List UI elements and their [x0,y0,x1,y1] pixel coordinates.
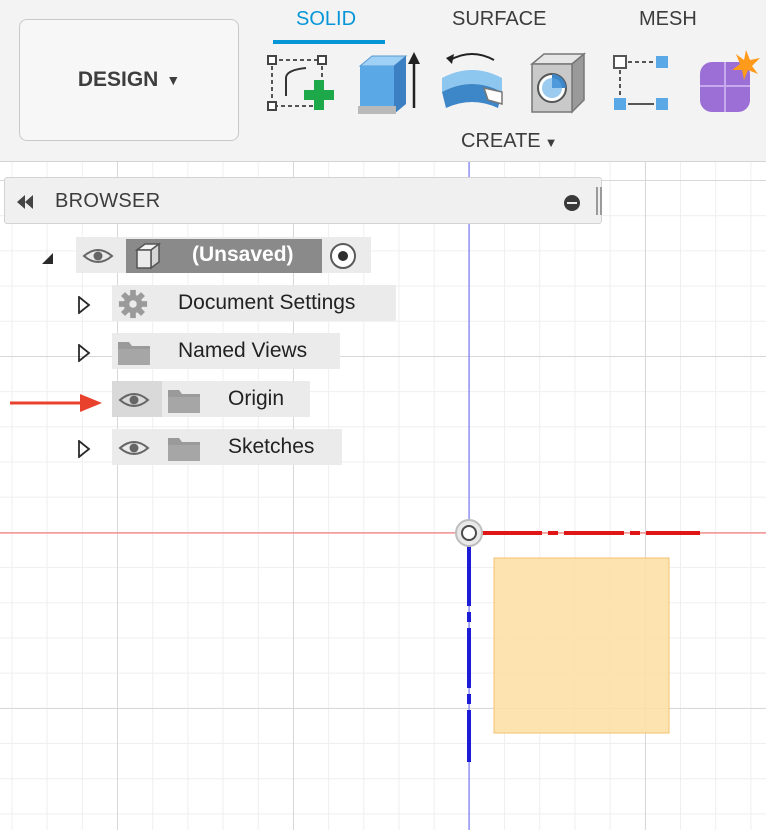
workspace-label: DESIGN [77,68,159,91]
tab-mesh[interactable]: MESH [639,8,697,31]
root-component-label: (Unsaved) [192,243,294,266]
browser-title: BROWSER [55,190,161,212]
visibility-eye-icon[interactable] [118,438,150,458]
create-sketch-icon[interactable] [266,48,338,120]
component-icon [134,242,162,270]
create-menu[interactable]: CREATE ▼ [461,130,558,153]
hole-icon[interactable] [522,48,594,120]
expand-triangle-icon[interactable] [77,344,91,362]
create-label: CREATE [461,130,541,152]
expanded-triangle-icon[interactable] [40,248,54,266]
sketch-profile [493,557,670,734]
toolbar: DESIGN ▼ SOLID SURFACE MESH CREATE ▼ [0,0,766,162]
browser-item-label: Named Views [178,339,308,362]
minimize-icon[interactable] [564,195,580,211]
form-icon[interactable] [694,48,766,120]
chevron-down-icon: ▼ [544,135,558,150]
tab-surface[interactable]: SURFACE [452,8,546,31]
gear-icon [118,289,148,319]
browser-item-label: Origin [228,387,285,410]
resize-handle[interactable] [596,187,602,215]
annotation-arrow-icon [10,394,102,412]
folder-icon [168,438,200,461]
folder-icon [118,342,150,365]
visibility-eye-icon[interactable] [118,390,150,410]
folder-icon [168,390,200,413]
expand-triangle-icon[interactable] [77,296,91,314]
browser-item-label: Sketches [228,435,315,458]
extrude-icon[interactable] [352,48,424,120]
browser-header: BROWSER [4,177,602,224]
expand-triangle-icon[interactable] [77,440,91,458]
visibility-eye-icon[interactable] [82,246,114,266]
chevron-down-icon: ▼ [166,72,181,88]
collapse-panel-icon[interactable] [15,195,35,209]
activate-component-radio[interactable] [330,243,356,269]
active-tab-indicator [273,40,385,44]
pattern-icon[interactable] [608,48,680,120]
browser-item-label: Document Settings [178,291,356,314]
workspace-switcher[interactable]: DESIGN ▼ [19,19,239,141]
revolve-icon[interactable] [436,48,508,120]
tab-solid[interactable]: SOLID [296,8,356,31]
